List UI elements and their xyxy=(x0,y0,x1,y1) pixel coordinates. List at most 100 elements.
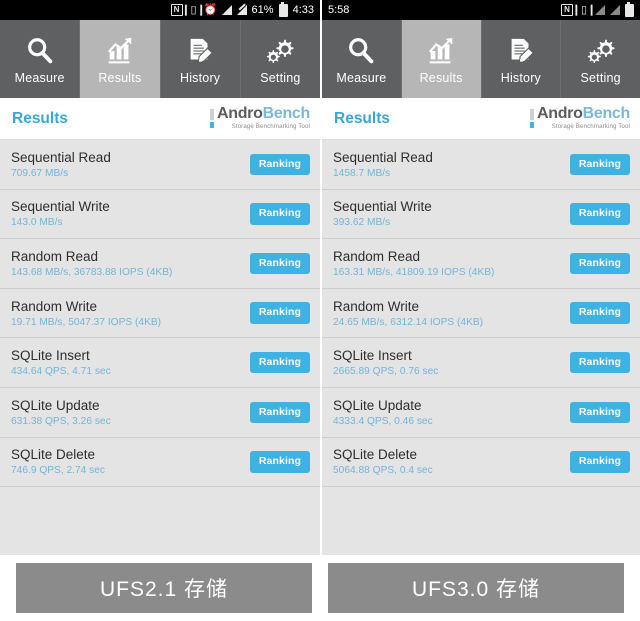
table-row[interactable]: Sequential Read 709.67 MB/s Ranking xyxy=(0,140,320,190)
table-row[interactable]: Sequential Read 1458.7 MB/s Ranking xyxy=(322,140,640,190)
clock-right: 5:58 xyxy=(328,4,350,16)
ranking-button[interactable]: Ranking xyxy=(569,153,630,176)
battery-percent-left: 61% xyxy=(251,4,274,16)
status-icons-left: N ❙▯❙ ⏰ 61% 4:33 xyxy=(170,1,314,17)
caption-bar: UFS2.1 存储 UFS3.0 存储 xyxy=(0,563,640,613)
ranking-button[interactable]: Ranking xyxy=(249,351,310,374)
status-bar-right: 5:58 N ❙▯❙ xyxy=(322,0,640,20)
ranking-button[interactable]: Ranking xyxy=(569,203,630,225)
page-title: Results xyxy=(12,109,68,127)
row-texts: Sequential Write 393.62 MB/s xyxy=(333,199,432,228)
benchmark-value: 4333.4 QPS, 0.46 sec xyxy=(333,415,433,427)
phone-panel-right: 5:58 N ❙▯❙ Measure Results History Setti… xyxy=(322,0,640,555)
tab-setting-left[interactable]: Setting xyxy=(241,20,320,98)
ranking-button[interactable]: Ranking xyxy=(249,203,310,225)
benchmark-value: 393.62 MB/s xyxy=(333,217,391,229)
benchmark-value: 163.31 MB/s, 41809.19 IOPS (4KB) xyxy=(333,266,495,278)
ranking-button[interactable]: Ranking xyxy=(249,302,310,324)
table-row[interactable]: SQLite Update 4333.4 QPS, 0.46 sec Ranki… xyxy=(322,388,640,438)
benchmark-value: 434.64 QPS, 4.71 sec xyxy=(11,366,111,378)
benchmark-name: Sequential Read xyxy=(333,149,433,165)
row-texts: SQLite Insert 434.64 QPS, 4.71 sec xyxy=(11,348,111,377)
benchmark-value: 746.9 QPS, 2.74 sec xyxy=(11,465,106,477)
tab-bar-right: Measure Results History Setting xyxy=(322,20,640,98)
ranking-button[interactable]: Ranking xyxy=(249,401,310,424)
tab-label: History xyxy=(500,70,542,85)
tab-label: Measure xyxy=(336,70,387,85)
ranking-button[interactable]: Ranking xyxy=(249,252,310,275)
row-texts: Sequential Read 709.67 MB/s xyxy=(11,150,111,179)
row-texts: SQLite Update 4333.4 QPS, 0.46 sec xyxy=(333,398,433,427)
logo-bars-icon xyxy=(529,108,534,128)
ranking-button[interactable]: Ranking xyxy=(569,451,630,473)
tab-label: Setting xyxy=(580,70,621,85)
ranking-button[interactable]: Ranking xyxy=(249,153,310,176)
tab-history-right[interactable]: History xyxy=(482,20,562,98)
benchmark-name: Random Write xyxy=(333,298,420,314)
tab-measure-right[interactable]: Measure xyxy=(322,20,402,98)
tab-setting-right[interactable]: Setting xyxy=(561,20,640,98)
table-row[interactable]: SQLite Insert 2665.89 QPS, 0.76 sec Rank… xyxy=(322,338,640,388)
benchmark-name: SQLite Insert xyxy=(333,348,412,364)
battery-icon xyxy=(625,1,634,17)
results-list-right: Sequential Read 1458.7 MB/s Ranking Sequ… xyxy=(322,140,640,488)
row-texts: Random Write 24.65 MB/s, 6312.14 IOPS (4… xyxy=(333,299,483,328)
benchmark-value: 143.68 MB/s, 36783.88 IOPS (4KB) xyxy=(11,266,173,278)
benchmark-value: 5064.88 QPS, 0.4 sec xyxy=(333,465,433,477)
benchmark-name: SQLite Delete xyxy=(11,447,96,463)
table-row[interactable]: Random Read 143.68 MB/s, 36783.88 IOPS (… xyxy=(0,239,320,289)
table-row[interactable]: SQLite Insert 434.64 QPS, 4.71 sec Ranki… xyxy=(0,338,320,388)
table-row[interactable]: SQLite Delete 746.9 QPS, 2.74 sec Rankin… xyxy=(0,438,320,488)
row-texts: Random Read 163.31 MB/s, 41809.19 IOPS (… xyxy=(333,249,494,278)
benchmark-value: 631.38 QPS, 3.26 sec xyxy=(11,415,111,427)
benchmark-name: SQLite Insert xyxy=(11,348,90,364)
tab-history-left[interactable]: History xyxy=(161,20,241,98)
table-row[interactable]: Random Write 24.65 MB/s, 6312.14 IOPS (4… xyxy=(322,289,640,339)
document-pencil-icon xyxy=(183,34,217,68)
logo-bench: Bench xyxy=(262,105,311,123)
benchmark-value: 2665.89 QPS, 0.76 sec xyxy=(333,366,439,378)
results-header-left: Results AndroBench Storage Benchmarking … xyxy=(0,98,320,140)
benchmark-name: Sequential Read xyxy=(11,149,111,165)
ranking-button[interactable]: Ranking xyxy=(569,351,630,374)
vibrate-icon: ❙▯❙ xyxy=(571,3,597,16)
results-header-right: Results AndroBench Storage Benchmarking … xyxy=(322,98,640,140)
status-bar-left: N ❙▯❙ ⏰ 61% 4:33 xyxy=(0,0,320,20)
table-row[interactable]: Random Read 163.31 MB/s, 41809.19 IOPS (… xyxy=(322,239,640,289)
tab-label: Results xyxy=(98,70,142,85)
table-row[interactable]: Sequential Write 393.62 MB/s Ranking xyxy=(322,190,640,240)
logo-tagline: Storage Benchmarking Tool xyxy=(551,123,630,131)
results-list-left: Sequential Read 709.67 MB/s Ranking Sequ… xyxy=(0,140,320,488)
table-row[interactable]: Sequential Write 143.0 MB/s Ranking xyxy=(0,190,320,240)
gears-icon xyxy=(263,34,297,68)
logo-text: AndroBench Storage Benchmarking Tool xyxy=(217,106,310,130)
ranking-button[interactable]: Ranking xyxy=(569,252,630,275)
logo-bars-icon xyxy=(209,108,214,128)
clock-left: 4:33 xyxy=(292,4,314,16)
ranking-button[interactable]: Ranking xyxy=(569,302,630,324)
ranking-button[interactable]: Ranking xyxy=(249,451,310,473)
document-pencil-icon xyxy=(504,34,538,68)
table-row[interactable]: SQLite Delete 5064.88 QPS, 0.4 sec Ranki… xyxy=(322,438,640,488)
benchmark-value: 1458.7 MB/s xyxy=(333,167,391,179)
signal-cross-icon xyxy=(236,5,247,15)
logo-tagline: Storage Benchmarking Tool xyxy=(231,123,310,131)
ranking-button[interactable]: Ranking xyxy=(569,401,630,424)
table-row[interactable]: Random Write 19.71 MB/s, 5047.37 IOPS (4… xyxy=(0,289,320,339)
tab-label: Setting xyxy=(260,70,301,85)
caption-left: UFS2.1 存储 xyxy=(16,563,312,613)
tab-results-right[interactable]: Results xyxy=(401,20,482,98)
logo-andro: Andro xyxy=(216,105,263,123)
comparison-screenshot: N ❙▯❙ ⏰ 61% 4:33 Measure Results History… xyxy=(0,0,640,621)
row-texts: Sequential Read 1458.7 MB/s xyxy=(333,150,433,179)
tab-measure-left[interactable]: Measure xyxy=(0,20,81,98)
logo-text: AndroBench Storage Benchmarking Tool xyxy=(537,106,630,130)
magnifier-icon xyxy=(344,34,378,68)
tab-results-left[interactable]: Results xyxy=(80,20,161,98)
phone-panel-left: N ❙▯❙ ⏰ 61% 4:33 Measure Results History… xyxy=(0,0,320,555)
logo-wordmark: AndroBench xyxy=(217,106,310,122)
logo-wordmark: AndroBench xyxy=(537,106,630,122)
benchmark-name: Sequential Write xyxy=(11,199,110,215)
tab-label: Measure xyxy=(14,70,65,85)
table-row[interactable]: SQLite Update 631.38 QPS, 3.26 sec Ranki… xyxy=(0,388,320,438)
